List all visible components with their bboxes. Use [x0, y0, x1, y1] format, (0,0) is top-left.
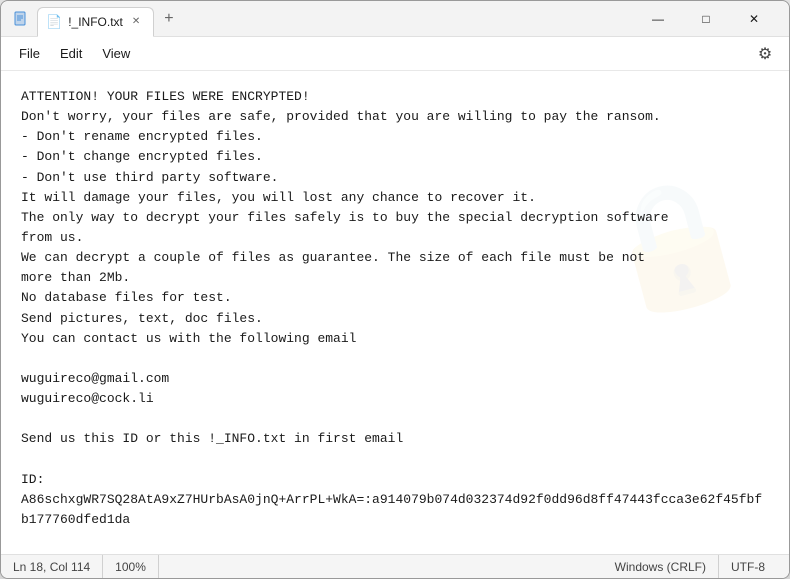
title-bar: 📄 !_INFO.txt ✕ + — □ ✕: [1, 1, 789, 37]
tab-close-button[interactable]: ✕: [129, 14, 143, 29]
tab-title: !_INFO.txt: [68, 15, 123, 29]
cursor-position: Ln 18, Col 114: [13, 555, 103, 578]
main-window: 📄 !_INFO.txt ✕ + — □ ✕ File Edit View ⚙ …: [0, 0, 790, 579]
edit-menu[interactable]: Edit: [50, 42, 92, 65]
encoding[interactable]: UTF-8: [719, 555, 777, 578]
status-bar: Ln 18, Col 114 100% Windows (CRLF) UTF-8: [1, 554, 789, 578]
minimize-button[interactable]: —: [635, 3, 681, 35]
maximize-button[interactable]: □: [683, 3, 729, 35]
file-menu[interactable]: File: [9, 42, 50, 65]
active-tab[interactable]: 📄 !_INFO.txt ✕: [37, 7, 154, 37]
close-button[interactable]: ✕: [731, 3, 777, 35]
file-content: ATTENTION! YOUR FILES WERE ENCRYPTED! Do…: [21, 87, 769, 530]
text-content-area[interactable]: 🔒 ATTENTION! YOUR FILES WERE ENCRYPTED! …: [1, 71, 789, 554]
menu-bar: File Edit View ⚙: [1, 37, 789, 71]
settings-button[interactable]: ⚙: [749, 38, 781, 70]
tab-file-icon: 📄: [46, 14, 62, 30]
view-menu[interactable]: View: [92, 42, 140, 65]
line-ending[interactable]: Windows (CRLF): [603, 555, 719, 578]
zoom-level: 100%: [103, 555, 159, 578]
app-icon: [13, 11, 29, 27]
add-tab-button[interactable]: +: [158, 8, 179, 30]
window-controls: — □ ✕: [635, 3, 777, 35]
